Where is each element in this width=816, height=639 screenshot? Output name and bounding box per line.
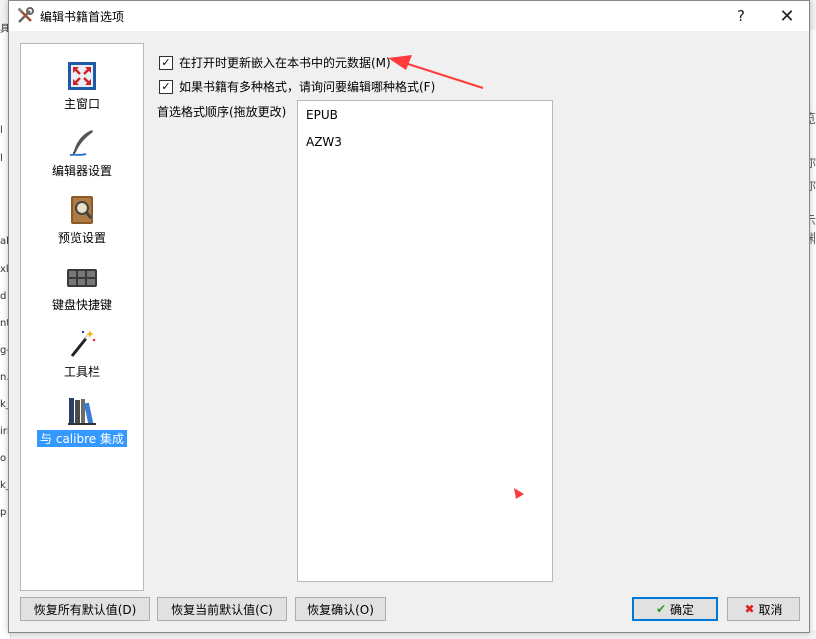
sidebar-item-main-window[interactable]: 主窗口 bbox=[21, 54, 143, 116]
sidebar-item-label: 与 calibre 集成 bbox=[37, 430, 127, 447]
format-order-label: 首选格式顺序(拖放更改) bbox=[157, 105, 287, 119]
cancel-label: 取消 bbox=[758, 602, 783, 617]
preview-book-icon bbox=[66, 194, 98, 226]
ok-label: 确定 bbox=[670, 602, 695, 617]
ask-format-checkbox[interactable]: ✓ bbox=[159, 79, 173, 94]
checkmark-icon: ✔ bbox=[655, 602, 667, 616]
title-bar[interactable]: 编辑书籍首选项 ? ✕ bbox=[9, 1, 809, 31]
update-metadata-checkbox[interactable]: ✓ bbox=[159, 55, 173, 70]
background-text: p bbox=[0, 507, 7, 518]
format-order-list[interactable]: EPUB AZW3 bbox=[297, 100, 553, 582]
update-metadata-option[interactable]: ✓ 在打开时更新嵌入在本书中的元数据(M) bbox=[159, 54, 391, 71]
tools-icon bbox=[16, 7, 34, 25]
help-button[interactable]: ? bbox=[721, 1, 761, 31]
background-text: l bbox=[0, 125, 3, 136]
sidebar-item-keyboard-shortcuts[interactable]: 键盘快捷键 bbox=[21, 255, 143, 317]
sidebar-item-preview-settings[interactable]: 预览设置 bbox=[21, 188, 143, 250]
magic-wand-icon bbox=[66, 328, 98, 360]
cancel-x-icon: ✖ bbox=[744, 602, 755, 616]
sidebar: 主窗口 编辑器设置 预览设置 键盘快捷键 工具栏 与 calibre 集成 bbox=[20, 43, 144, 591]
ok-button[interactable]: ✔ 确定 bbox=[632, 597, 718, 621]
sidebar-item-calibre-integration[interactable]: 与 calibre 集成 bbox=[21, 389, 143, 451]
list-item[interactable]: AZW3 bbox=[306, 135, 342, 149]
sidebar-item-label: 键盘快捷键 bbox=[51, 298, 112, 312]
sidebar-item-label: 主窗口 bbox=[63, 97, 100, 111]
sidebar-item-editor-settings[interactable]: 编辑器设置 bbox=[21, 121, 143, 183]
preferences-dialog: 编辑书籍首选项 ? ✕ 主窗口 编辑器设置 预览设置 键盘快捷键 工具栏 与 c… bbox=[8, 0, 810, 633]
main-window-icon bbox=[66, 60, 98, 92]
ask-format-label: 如果书籍有多种格式，请询问要编辑哪种格式(F) bbox=[179, 80, 436, 94]
background-text: d bbox=[0, 291, 7, 302]
window-title: 编辑书籍首选项 bbox=[40, 9, 125, 24]
sidebar-item-label: 工具栏 bbox=[63, 365, 100, 379]
update-metadata-label: 在打开时更新嵌入在本书中的元数据(M) bbox=[179, 56, 391, 70]
ask-format-option[interactable]: ✓ 如果书籍有多种格式，请询问要编辑哪种格式(F) bbox=[159, 78, 435, 95]
restore-current-defaults-button[interactable]: 恢复当前默认值(C) bbox=[157, 597, 287, 621]
restore-confirm-button[interactable]: 恢复确认(O) bbox=[295, 597, 386, 621]
bookshelf-icon bbox=[66, 395, 98, 427]
quill-pen-icon bbox=[66, 127, 98, 159]
sidebar-item-label: 预览设置 bbox=[57, 231, 106, 245]
close-button[interactable]: ✕ bbox=[767, 1, 807, 31]
background-text: o bbox=[0, 453, 7, 464]
background-text: l bbox=[0, 153, 3, 164]
cancel-button[interactable]: ✖ 取消 bbox=[727, 597, 800, 621]
sidebar-item-label: 编辑器设置 bbox=[51, 164, 112, 178]
restore-all-defaults-button[interactable]: 恢复所有默认值(D) bbox=[20, 597, 150, 621]
list-item[interactable]: EPUB bbox=[306, 108, 338, 122]
sidebar-item-toolbar[interactable]: 工具栏 bbox=[21, 322, 143, 384]
keyboard-icon bbox=[66, 261, 98, 293]
